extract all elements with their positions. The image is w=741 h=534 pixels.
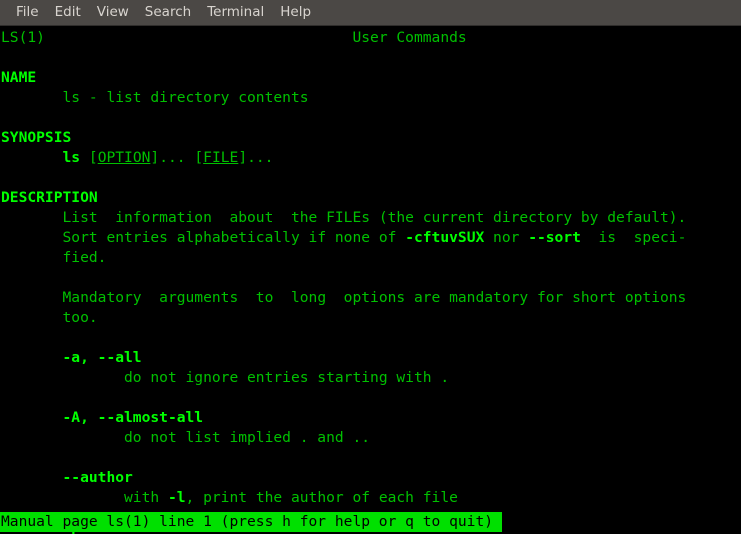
man-page-content: LS(1) User Commands LS(1) NAME ls - list… (0, 26, 741, 534)
text-cursor (493, 513, 502, 530)
option-desc-almost-all-text: do not list implied . and .. (124, 429, 371, 446)
description-para2-line-2-text: too. (62, 309, 98, 326)
menu-item-file[interactable]: File (8, 0, 47, 25)
description-line-2-c: nor (484, 229, 529, 246)
pager-status-bar[interactable]: Manual page ls(1) line 1 (press h for he… (0, 512, 502, 532)
name-body-text: ls - list directory contents (62, 89, 309, 106)
synopsis-command: ls (62, 149, 81, 166)
man-header-line: LS(1) User Commands LS(1) (0, 28, 741, 48)
bracket-close: ] (238, 149, 248, 166)
man-header-gap-2 (467, 29, 741, 46)
man-header-left: LS(1) (1, 29, 45, 46)
section-heading-synopsis: SYNOPSIS (0, 128, 741, 148)
section-heading-synopsis-text: SYNOPSIS (1, 129, 72, 146)
menu-item-help[interactable]: Help (272, 0, 319, 25)
option-desc-all: do not ignore entries starting with . (0, 368, 741, 388)
option-flags-almost-all: -A, --almost-all (0, 408, 741, 428)
bracket-open: [ (194, 149, 204, 166)
man-header-gap-1 (45, 29, 353, 46)
description-line-1: List information about the FILEs (the cu… (0, 208, 741, 228)
option-desc-author-pre: with (124, 489, 168, 506)
option-desc-author: with -l, print the author of each file (0, 488, 741, 508)
description-line-2-a: Sort entries alphabetically if none of (62, 229, 406, 246)
bracket-close: ] (150, 149, 160, 166)
option-desc-almost-all: do not list implied . and .. (0, 428, 741, 448)
name-body-line: ls - list directory contents (0, 88, 741, 108)
man-header-center: User Commands (352, 29, 467, 46)
menu-bar: File Edit View Search Terminal Help (0, 0, 741, 26)
description-line-2-e: is speci- (580, 229, 687, 246)
synopsis-ellipsis-2: ... (247, 149, 274, 166)
option-desc-author-post: , print the author of each file (185, 489, 458, 506)
description-line-3-text: fied. (62, 249, 107, 266)
description-line-3: fied. (0, 248, 741, 268)
section-heading-description-text: DESCRIPTION (1, 189, 98, 206)
option-flags-all: -a, --all (0, 348, 741, 368)
option-flags-author-text: --author (62, 469, 133, 486)
section-heading-description: DESCRIPTION (0, 188, 741, 208)
description-flag-sort: --sort (528, 229, 581, 246)
description-flag-cftuvsux: -cftuvSUX (405, 229, 485, 246)
menu-item-terminal[interactable]: Terminal (199, 0, 272, 25)
synopsis-arg-file: FILE (203, 149, 239, 166)
description-para2-line-1: Mandatory arguments to long options are … (0, 288, 741, 308)
description-line-1-text: List information about the FILEs (the cu… (62, 209, 687, 226)
menu-item-search[interactable]: Search (137, 0, 199, 25)
section-heading-name-text: NAME (1, 69, 37, 86)
synopsis-ellipsis-1: ... (159, 149, 186, 166)
synopsis-arg-option: OPTION (97, 149, 151, 166)
option-flags-almost-all-text: -A, --almost-all (62, 409, 204, 426)
pager-status-text: Manual page ls(1) line 1 (press h for he… (1, 513, 494, 530)
description-para2-line-1-text: Mandatory arguments to long options are … (62, 289, 687, 306)
menu-item-view[interactable]: View (89, 0, 137, 25)
bracket-open: [ (88, 149, 98, 166)
synopsis-body-line: ls [OPTION]... [FILE]... (0, 148, 741, 168)
section-heading-name: NAME (0, 68, 741, 88)
description-line-2: Sort entries alphabetically if none of -… (0, 228, 741, 248)
option-flags-all-text: -a, --all (62, 349, 142, 366)
menu-item-edit[interactable]: Edit (47, 0, 89, 25)
terminal-screen[interactable]: LS(1) User Commands LS(1) NAME ls - list… (0, 26, 741, 534)
option-desc-author-flag: -l (167, 489, 186, 506)
description-para2-line-2: too. (0, 308, 741, 328)
option-desc-all-text: do not ignore entries starting with . (124, 369, 450, 386)
option-flags-author: --author (0, 468, 741, 488)
